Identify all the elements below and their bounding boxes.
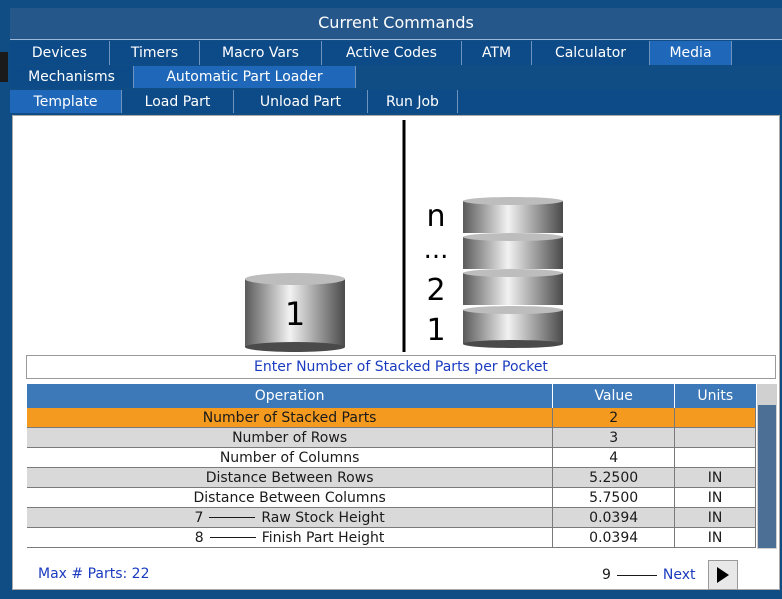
operation-cell: 8 Finish Part Height xyxy=(27,527,554,548)
next-group: 9 Next xyxy=(602,560,738,590)
next-button[interactable] xyxy=(707,560,738,590)
max-parts-label: Max # Parts: 22 xyxy=(38,566,150,582)
operation-cell: 7 Raw Stock Height xyxy=(27,507,554,528)
units-cell: IN xyxy=(674,467,756,488)
units-cell xyxy=(674,427,756,448)
value-cell[interactable]: 3 xyxy=(552,427,676,448)
callout-number: 9 xyxy=(602,567,611,583)
value-cell[interactable]: 4 xyxy=(552,447,676,468)
stack-label-2: 2 xyxy=(426,273,445,308)
operation-cell: Number of Stacked Parts xyxy=(27,408,554,428)
value-cell[interactable]: 5.2500 xyxy=(552,467,676,488)
callout-number: 7 xyxy=(194,509,204,526)
table-row[interactable]: Distance Between Rows 5.2500 IN xyxy=(27,467,756,488)
value-cell[interactable]: 0.0394 xyxy=(552,507,676,528)
operation-cell: Number of Rows xyxy=(27,427,554,448)
table-row[interactable]: Distance Between Columns 5.7500 IN xyxy=(27,487,756,508)
value-cell[interactable]: 5.7500 xyxy=(552,487,676,508)
template-illustration: 1 n ... 2 1 xyxy=(245,120,563,352)
instruction-prompt: Enter Number of Stacked Parts per Pocket xyxy=(26,355,776,379)
value-cell[interactable]: 2 xyxy=(552,408,676,428)
units-cell xyxy=(674,447,756,468)
single-part-label: 1 xyxy=(285,295,305,333)
units-cell: IN xyxy=(674,487,756,508)
table-row[interactable]: Number of Stacked Parts 2 xyxy=(27,408,756,428)
table-row[interactable]: Number of Rows 3 xyxy=(27,427,756,448)
operation-cell: Distance Between Rows xyxy=(27,467,554,488)
units-cell xyxy=(674,408,756,428)
table-row[interactable]: 7 Raw Stock Height 0.0394 IN xyxy=(27,507,756,528)
stack-label-ellipsis: ... xyxy=(424,235,449,265)
callout-number: 8 xyxy=(194,529,204,546)
value-cell[interactable]: 0.0394 xyxy=(552,527,676,548)
header-value: Value xyxy=(552,384,676,408)
play-arrow-icon xyxy=(716,567,729,583)
table-row[interactable]: Number of Columns 4 xyxy=(27,447,756,468)
cylinder-part-icon: 1 xyxy=(245,273,345,352)
table-row[interactable]: 8 Finish Part Height 0.0394 IN xyxy=(27,527,756,548)
table-scrollbar-thumb[interactable] xyxy=(758,405,776,548)
operation-cell: Number of Columns xyxy=(27,447,554,468)
stack-label-1: 1 xyxy=(426,313,445,348)
operation-cell: Distance Between Columns xyxy=(27,487,554,508)
header-operation: Operation xyxy=(27,384,554,408)
callout-line xyxy=(616,574,657,576)
units-cell: IN xyxy=(674,507,756,528)
operations-table: Operation Value Units Number of Stacked … xyxy=(27,384,756,548)
units-cell: IN xyxy=(674,527,756,548)
next-label[interactable]: Next xyxy=(663,567,696,583)
stacked-parts-icon xyxy=(463,197,563,348)
callout-line xyxy=(209,517,256,518)
operation-label: Finish Part Height xyxy=(261,529,385,546)
stack-label-n: n xyxy=(426,199,445,234)
callout-line xyxy=(209,537,256,538)
header-units: Units xyxy=(674,384,756,408)
operation-label: Raw Stock Height xyxy=(261,509,385,526)
